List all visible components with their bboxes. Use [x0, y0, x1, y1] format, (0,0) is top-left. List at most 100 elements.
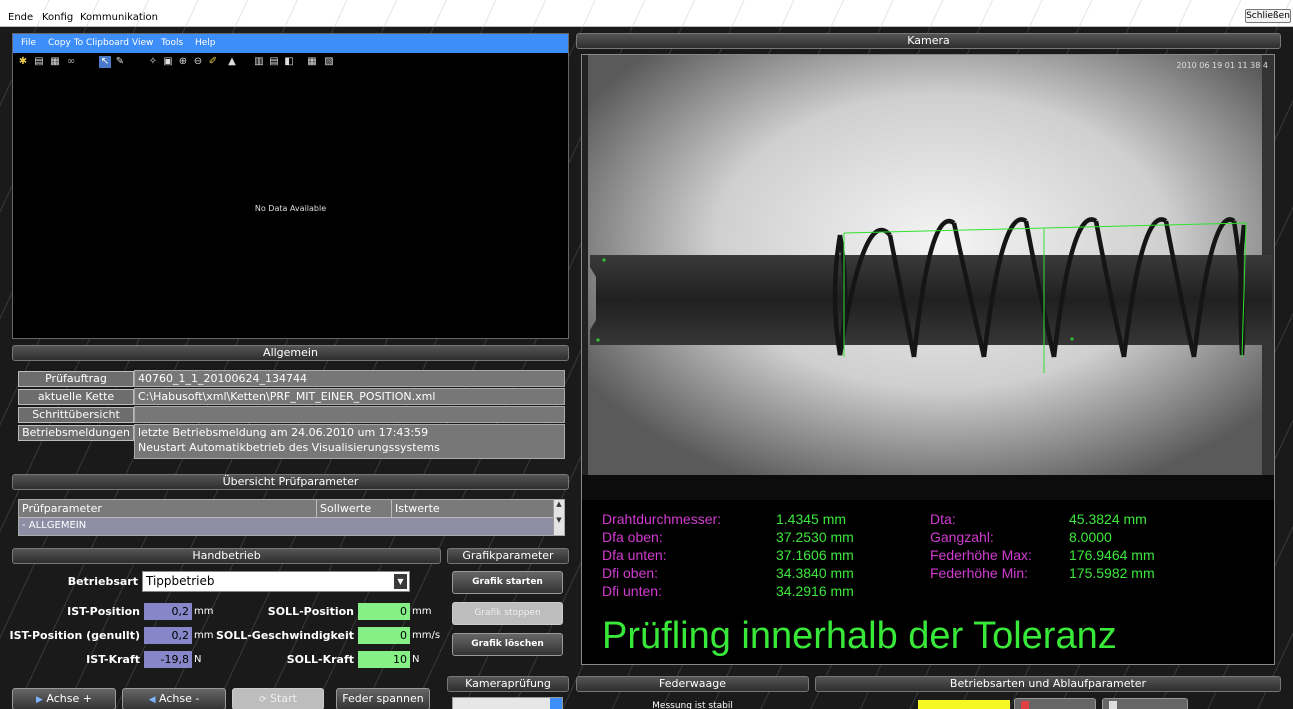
allgemein-header: Allgemein — [12, 345, 569, 361]
zoom-icon[interactable]: ✧ — [147, 56, 159, 68]
ist-position-genullt-field: 0,2 — [144, 627, 192, 644]
chevron-down-icon[interactable] — [550, 698, 562, 709]
uebersicht-table: Prüfparameter Sollwerte Istwerte - ALLGE… — [18, 499, 565, 536]
print-icon[interactable]: ▦ — [49, 56, 61, 68]
axis-y-icon[interactable]: ⊖ — [192, 56, 204, 68]
ablauf-button-2[interactable] — [1102, 698, 1188, 709]
measure-label: Federhöhe Min: — [930, 565, 1029, 581]
uebersicht-header: Übersicht Prüfparameter — [12, 474, 569, 490]
measure-value: 34.3840 mm — [776, 565, 854, 581]
chart-menu-view[interactable]: View — [132, 38, 153, 48]
select-icon[interactable]: ↖ — [99, 56, 111, 68]
scroll-down-icon[interactable]: ▼ — [554, 516, 564, 524]
draw-icon[interactable]: ✎ — [114, 56, 126, 68]
chart-menu-help[interactable]: Help — [195, 38, 216, 48]
grafik-starten-button[interactable]: Grafik starten — [452, 571, 563, 594]
start-button[interactable]: ⟳ Start — [232, 688, 324, 709]
measure-label: Dfi oben: — [602, 565, 659, 581]
soll-geschwindigkeit-input[interactable]: 0 — [358, 627, 410, 644]
ist-kraft-field: -19,8 — [144, 651, 192, 668]
chart-toolbar: ✱ ▤ ▦ ∞ ↖ ✎ ✧ ▣ ⊕ ⊖ ✐ ▲ ▥ ▤ ◧ ▦ ▧ — [13, 53, 568, 72]
col-sollwerte[interactable]: Sollwerte — [317, 500, 392, 518]
ist-kraft-label: IST-Kraft — [86, 653, 140, 666]
betriebsmeldungen-label[interactable]: Betriebsmeldungen — [18, 425, 134, 441]
ist-position-genullt-label: IST-Position (genullt) — [9, 629, 140, 642]
copy-icon[interactable]: ▤ — [33, 56, 45, 68]
unit-n: N — [412, 654, 420, 665]
properties-icon[interactable]: ▧ — [323, 56, 335, 68]
grafik-loeschen-button[interactable]: Grafik löschen — [452, 633, 563, 656]
measure-value: 1.4345 mm — [776, 511, 847, 527]
measure-value: 175.5982 mm — [1069, 565, 1155, 581]
wizard-icon[interactable]: ✱ — [17, 56, 29, 68]
chart-menu-file[interactable]: File — [21, 38, 36, 48]
achse-plus-button[interactable]: ▶ Achse + — [12, 688, 116, 709]
grafik-stoppen-button[interactable]: Grafik stoppen — [452, 602, 563, 625]
col-pruefparameter[interactable]: Prüfparameter — [19, 500, 317, 518]
unit-mm: mm — [194, 630, 214, 641]
soll-kraft-input[interactable]: 10 — [358, 651, 410, 668]
measure-value: 37.2530 mm — [776, 529, 854, 545]
arrow-left-icon: ◀ — [148, 695, 156, 705]
soll-position-input[interactable]: 0 — [358, 603, 410, 620]
menu-konfig[interactable]: Konfig — [42, 12, 73, 23]
chart-menu-bar: File Copy To Clipboard View Tools Help — [13, 34, 568, 53]
aktuelle-kette-label[interactable]: aktuelle Kette — [18, 389, 134, 405]
arrow-right-icon: ▶ — [36, 695, 43, 705]
pruefauftrag-value: 40760_1_1_20100624_134744 — [134, 370, 565, 387]
soll-kraft-label: SOLL-Kraft — [286, 653, 354, 666]
camera-image — [582, 55, 1274, 500]
achse-minus-label: Achse - — [159, 692, 200, 705]
schrittuebersicht-value — [134, 406, 565, 423]
measure-label: Dta: — [930, 511, 956, 527]
chart-menu-copy[interactable]: Copy To Clipboard — [48, 38, 129, 48]
stop-icon — [1021, 701, 1029, 709]
pruefauftrag-label[interactable]: Prüfauftrag — [18, 371, 134, 387]
grafikparameter-header: Grafikparameter — [447, 548, 569, 564]
menu-kommunikation[interactable]: Kommunikation — [80, 12, 158, 23]
measure-value: 37.1606 mm — [776, 547, 854, 563]
legend-icon[interactable]: ▦ — [306, 56, 318, 68]
top-menu-bar: Ende Konfig Kommunikation Schließen — [0, 0, 1293, 27]
betriebsart-indicator — [918, 700, 1010, 709]
achse-minus-button[interactable]: ◀ Achse - — [122, 688, 226, 709]
vertical-scrollbar[interactable]: ▲ ▼ — [553, 500, 564, 535]
close-button[interactable]: Schließen — [1245, 9, 1291, 23]
betriebsart-label: Betriebsart — [67, 575, 138, 588]
unit-mm-s: mm/s — [412, 630, 441, 641]
data-icon[interactable]: ▤ — [268, 56, 280, 68]
feder-spannen-button[interactable]: Feder spannen — [336, 688, 430, 709]
chevron-down-icon[interactable]: ▼ — [394, 574, 407, 589]
no-data-message: No Data Available — [254, 204, 327, 213]
menu-ende[interactable]: Ende — [8, 12, 33, 23]
col-istwerte[interactable]: Istwerte — [392, 500, 554, 518]
betriebsmeldungen-value: letzte Betriebsmeldung am 24.06.2010 um … — [134, 424, 565, 459]
scroll-up-icon[interactable]: ▲ — [554, 500, 564, 508]
betriebsart-value: Tippbetrieb — [146, 574, 215, 588]
schrittuebersicht-label[interactable]: Schrittübersicht — [18, 407, 134, 423]
betriebsart-select[interactable]: Tippbetrieb ▼ — [142, 571, 410, 592]
betriebsmeldung-line-2: Neustart Automatikbetrieb des Visualisie… — [138, 441, 440, 454]
measure-value: 45.3824 mm — [1069, 511, 1147, 527]
link-icon[interactable]: ∞ — [65, 56, 77, 68]
kamerapruefung-select[interactable] — [452, 697, 563, 709]
grid-icon[interactable]: ▣ — [162, 56, 174, 68]
ist-position-label: IST-Position — [67, 605, 140, 618]
measure-value: 8.0000 — [1069, 529, 1112, 545]
chart-type-icon[interactable]: ▲ — [226, 56, 238, 68]
federwaage-status: Messung ist stabil — [652, 701, 733, 709]
chart-menu-tools[interactable]: Tools — [161, 38, 183, 48]
betriebsmeldung-line-1: letzte Betriebsmeldung am 24.06.2010 um … — [138, 426, 429, 439]
federwaage-header: Federwaage — [576, 676, 809, 692]
axis-x-icon[interactable]: ⊕ — [177, 56, 189, 68]
soll-position-label: SOLL-Position — [267, 605, 354, 618]
table-icon[interactable]: ▥ — [253, 56, 265, 68]
export-icon[interactable]: ◧ — [283, 56, 295, 68]
ablauf-button-1[interactable] — [1014, 698, 1096, 709]
measure-label: Drahtdurchmesser: — [602, 511, 722, 527]
kamerapruefung-header: Kameraprüfung — [447, 676, 569, 692]
table-row[interactable]: - ALLGEMEIN — [19, 518, 554, 535]
betriebsarten-header: Betriebsarten und Ablaufparameter — [815, 676, 1281, 692]
edit-icon[interactable]: ✐ — [207, 56, 219, 68]
chart-panel: File Copy To Clipboard View Tools Help ✱… — [12, 33, 569, 339]
